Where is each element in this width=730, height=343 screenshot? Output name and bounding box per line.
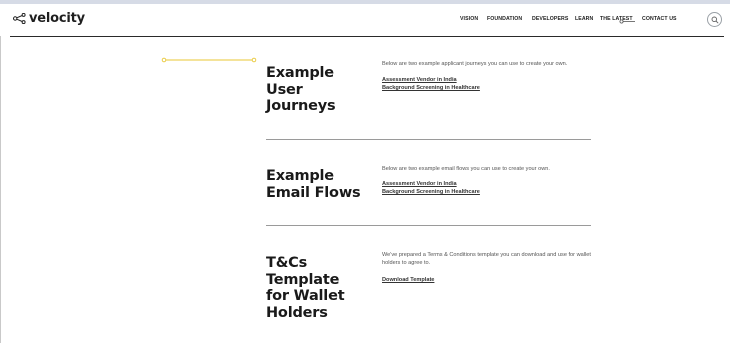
nav-foundation[interactable]: FOUNDATION	[487, 16, 522, 23]
section-title-email-flows: Example Email Flows	[266, 168, 361, 201]
link-assessment-vendor[interactable]: Assessment Vendor in India	[382, 181, 457, 189]
title-line: Example	[266, 168, 334, 184]
section-divider	[266, 225, 591, 226]
search-button[interactable]	[707, 12, 722, 27]
section-divider	[266, 139, 591, 140]
title-line: Journeys	[266, 98, 336, 114]
title-line: Email Flows	[266, 184, 361, 201]
title-line: Example	[266, 65, 334, 81]
title-line: User	[266, 81, 303, 98]
link-download-template[interactable]: Download Template	[382, 277, 434, 285]
nav-contact-us[interactable]: CONTACT US	[642, 16, 677, 23]
section-title-tcs-template: T&Cs Template for Wallet Holders	[266, 255, 345, 321]
left-border	[0, 4, 1, 343]
search-icon	[711, 16, 719, 24]
nav-learn[interactable]: LEARN	[575, 16, 593, 23]
title-line: Template	[266, 271, 340, 288]
contact-line-icon	[619, 19, 635, 24]
link-background-screening[interactable]: Background Screening in Healthcare	[382, 85, 480, 93]
link-background-screening[interactable]: Background Screening in Healthcare	[382, 189, 480, 197]
header-divider	[10, 36, 724, 37]
title-line: for Wallet	[266, 288, 345, 304]
nav-developers[interactable]: DEVELOPERS	[532, 16, 568, 23]
section-description: Below are two example email flows you ca…	[382, 166, 550, 172]
section-title-user-journeys: Example User Journeys	[266, 65, 336, 115]
link-assessment-vendor[interactable]: Assessment Vendor in India	[382, 77, 457, 85]
accent-line-decoration	[161, 57, 257, 63]
nav-vision[interactable]: VISION	[460, 16, 478, 23]
title-line: T&Cs	[266, 255, 308, 271]
section-description: We've prepared a Terms & Conditions temp…	[382, 252, 591, 266]
section-description: Below are two example applicant journeys…	[382, 61, 568, 67]
title-line: Holders	[266, 304, 328, 321]
